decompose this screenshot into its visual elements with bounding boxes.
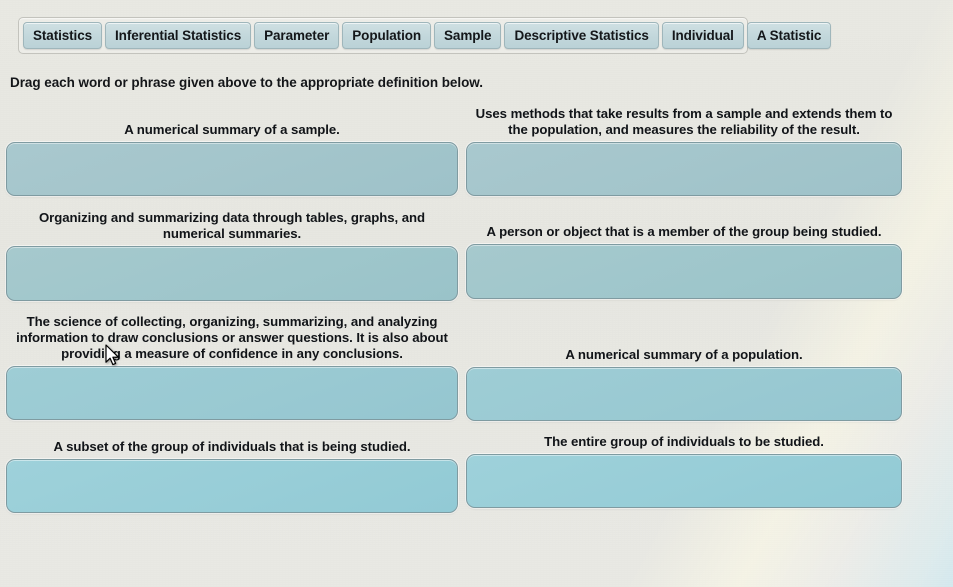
word-chip-parameter[interactable]: Parameter bbox=[254, 22, 340, 49]
definition-prompt: Organizing and summarizing data through … bbox=[38, 210, 426, 241]
word-chip-descriptive-statistics[interactable]: Descriptive Statistics bbox=[504, 22, 659, 49]
definition-pair-right-1: Uses methods that take results from a sa… bbox=[466, 106, 902, 196]
word-chip-statistics[interactable]: Statistics bbox=[23, 22, 103, 49]
answer-dropzone-left-2[interactable] bbox=[6, 246, 458, 301]
definition-prompt: A numerical summary of a sample. bbox=[124, 122, 340, 137]
instruction-text: Drag each word or phrase given above to … bbox=[10, 75, 483, 90]
definition-prompt: A numerical summary of a population. bbox=[565, 347, 803, 362]
definition-pair-left-2: Organizing and summarizing data through … bbox=[6, 210, 458, 301]
answer-dropzone-right-3[interactable] bbox=[466, 367, 902, 421]
definition-pair-right-3: A numerical summary of a population. bbox=[466, 347, 902, 421]
word-chip-individual[interactable]: Individual bbox=[661, 22, 744, 49]
word-chip-inferential-statistics[interactable]: Inferential Statistics bbox=[105, 22, 252, 49]
answer-dropzone-right-2[interactable] bbox=[466, 244, 902, 299]
answer-dropzone-right-4[interactable] bbox=[466, 454, 902, 508]
definition-prompt: The science of collecting, organizing, s… bbox=[16, 314, 448, 361]
definition-prompt: A person or object that is a member of t… bbox=[486, 224, 882, 239]
word-bank: Statistics Inferential Statistics Parame… bbox=[18, 17, 832, 54]
answer-dropzone-left-4[interactable] bbox=[6, 459, 458, 513]
definition-pair-left-4: A subset of the group of individuals tha… bbox=[6, 439, 458, 513]
answer-dropzone-left-3[interactable] bbox=[6, 366, 458, 420]
definition-pair-right-4: The entire group of individuals to be st… bbox=[466, 434, 902, 508]
definition-prompt: A subset of the group of individuals tha… bbox=[53, 439, 411, 454]
definition-prompt: The entire group of individuals to be st… bbox=[544, 434, 824, 449]
definition-pair-left-3: The science of collecting, organizing, s… bbox=[6, 314, 458, 420]
word-chip-a-statistic[interactable]: A Statistic bbox=[746, 22, 832, 49]
answer-dropzone-right-1[interactable] bbox=[466, 142, 902, 196]
word-chip-population[interactable]: Population bbox=[342, 22, 432, 49]
definition-prompt: Uses methods that take results from a sa… bbox=[475, 106, 893, 137]
word-chip-sample[interactable]: Sample bbox=[434, 22, 502, 49]
definition-pair-left-1: A numerical summary of a sample. bbox=[6, 122, 458, 196]
answer-dropzone-left-1[interactable] bbox=[6, 142, 458, 196]
definition-pair-right-2: A person or object that is a member of t… bbox=[466, 224, 902, 299]
